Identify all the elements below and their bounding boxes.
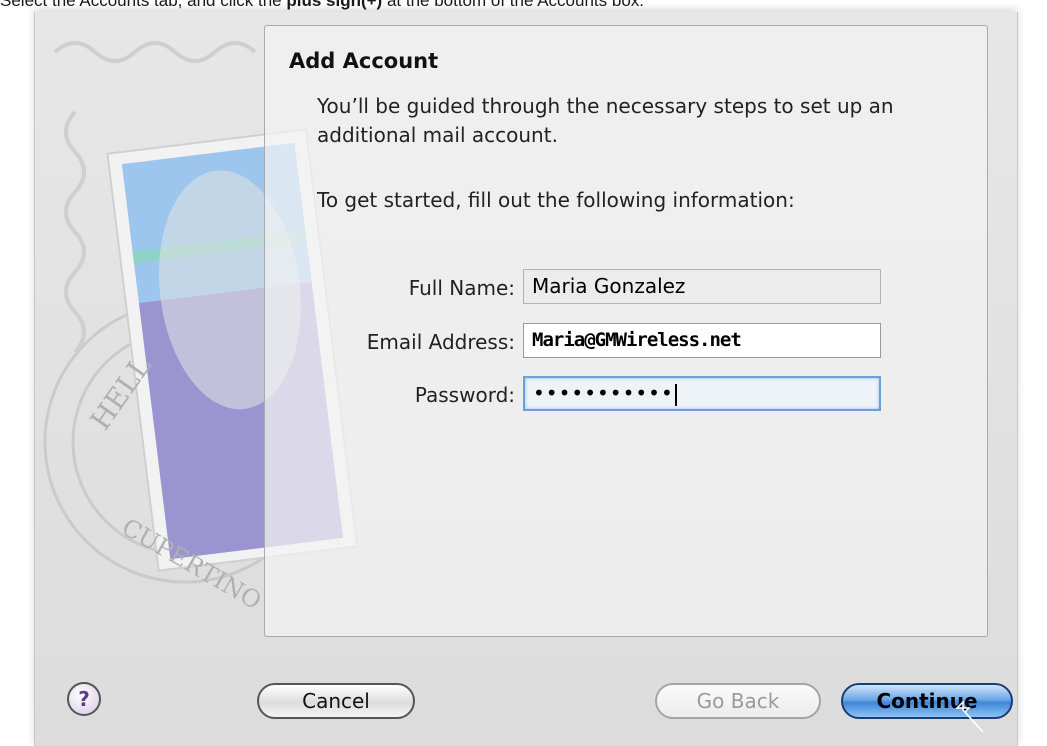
email-address-field[interactable]: Maria@GMWireless.net [523,323,881,358]
full-name-label: Full Name: [408,276,515,300]
cursor-arrow-icon [955,700,984,733]
text-caret [674,383,677,406]
cancel-button[interactable]: Cancel [257,683,415,719]
instruction-bold: plus sign(+) [286,0,383,10]
dialog-prompt: To get started, fill out the following i… [317,188,795,212]
continue-button[interactable]: Continue [841,683,1013,719]
email-address-label: Email Address: [366,330,515,354]
dialog-description: You’ll be guided through the necessary s… [317,94,894,147]
full-name-field[interactable]: Maria Gonzalez [523,269,881,304]
help-icon[interactable]: ? [67,682,101,716]
form-panel: Add Account You’ll be guided through the… [264,25,988,637]
dialog-title: Add Account [289,49,439,73]
password-label: Password: [414,383,515,407]
go-back-button[interactable]: Go Back [655,683,821,719]
password-field[interactable]: ••••••••••• [523,376,881,411]
add-account-window: HELL CUPERTINO Add Account You’ll be gui… [34,12,1018,746]
